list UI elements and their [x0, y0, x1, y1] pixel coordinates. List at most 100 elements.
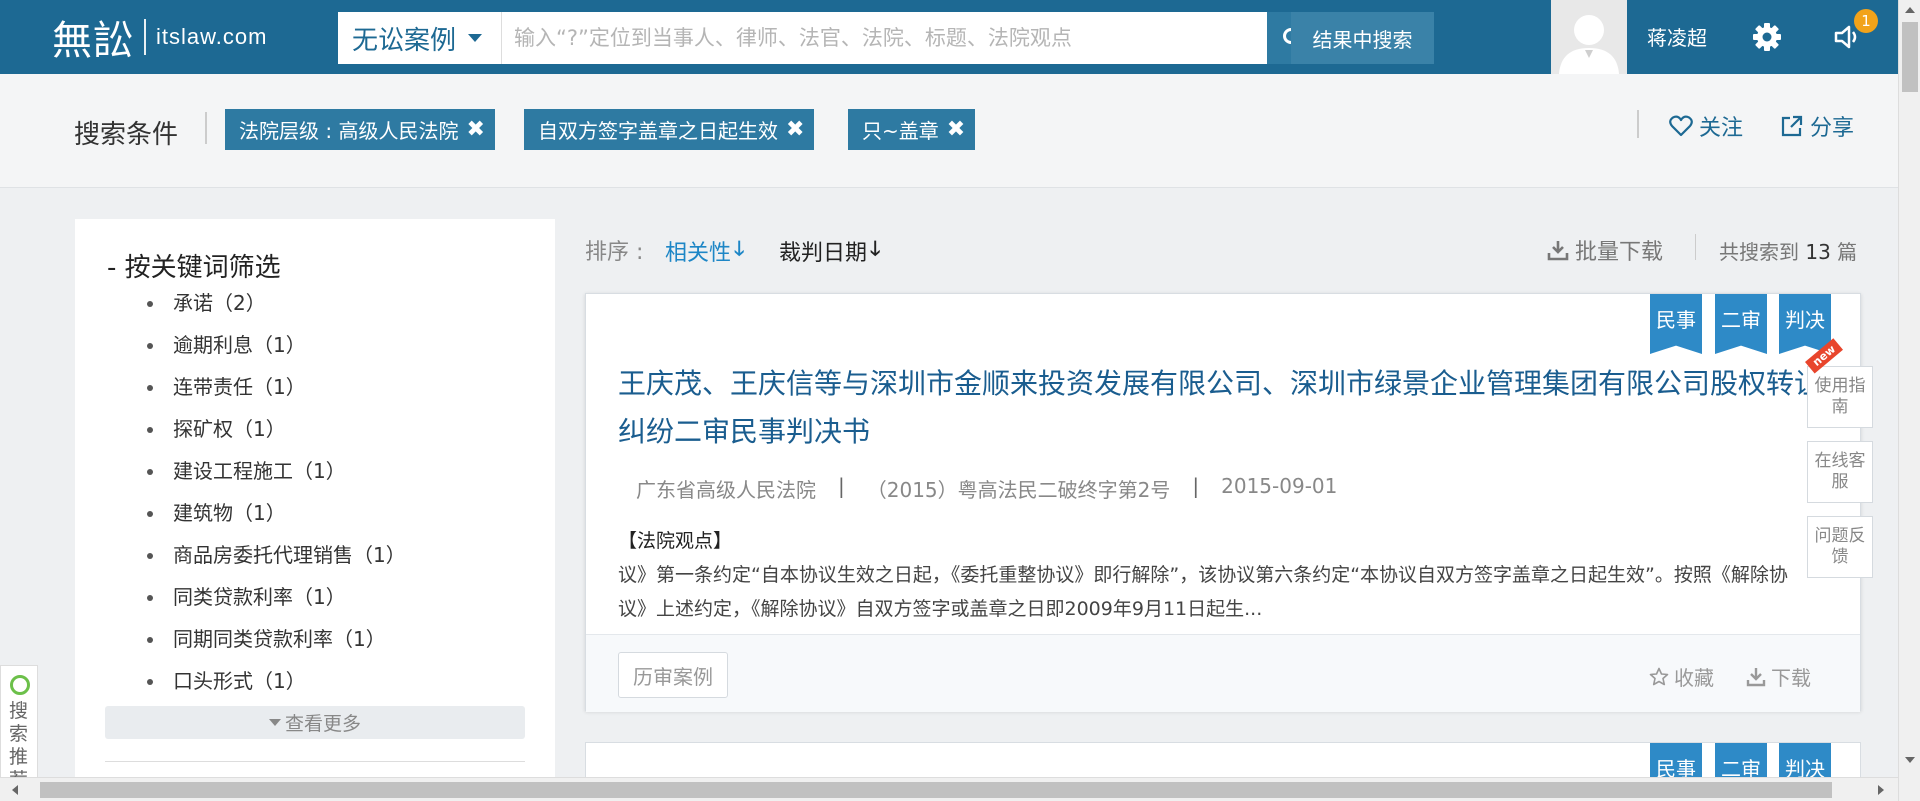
sort-relevance-label: 相关性 — [665, 241, 732, 266]
keyword-item[interactable]: 连带责任（1） — [147, 367, 406, 409]
show-more-label: 查看更多 — [284, 713, 361, 735]
favorite-button[interactable]: 收藏 — [1649, 662, 1714, 691]
caret-down-icon — [268, 719, 281, 726]
court-opinion-label: 【法院观点】 — [618, 530, 733, 552]
court-opinion-text: 议》第一条约定“自本协议生效之日起，《委托重整协议》即行解除”，该协议第六条约定… — [618, 564, 1788, 620]
heart-icon — [1669, 115, 1693, 137]
settings-button[interactable] — [1752, 22, 1782, 56]
vertical-scroll-thumb[interactable] — [1902, 22, 1918, 92]
close-icon[interactable]: ✖ — [947, 117, 965, 142]
user-guide-button[interactable]: 使用指南 — [1807, 366, 1873, 428]
favorite-label: 收藏 — [1674, 666, 1714, 690]
search-type-dropdown[interactable]: 无讼案例 — [338, 12, 502, 64]
search-conditions-title: 搜索条件 — [74, 120, 179, 150]
history-cases-button[interactable]: 历审案例 — [618, 652, 728, 698]
filter-tag-effective[interactable]: 自双方签字盖章之日起生效 ✖ — [524, 109, 815, 150]
keyword-item[interactable]: 建设工程施工（1） — [147, 451, 406, 493]
close-icon[interactable]: ✖ — [786, 117, 804, 142]
tag-second-instance: 二审 — [1715, 294, 1767, 354]
sort-bar: 排序 : 相关性 🡓 裁判日期 🡓 批量下载 共搜索到 13 篇 — [585, 222, 1861, 282]
keyword-item[interactable]: 同类贷款利率（1） — [147, 577, 406, 619]
follow-button[interactable]: 关注 — [1669, 110, 1743, 142]
keyword-item[interactable]: 商品房委托代理销售（1） — [147, 535, 406, 577]
online-service-button[interactable]: 在线客服 — [1807, 441, 1873, 503]
judgment-date: 2015-09-01 — [1221, 474, 1338, 498]
search-within-results-button[interactable]: 结果中搜索 — [1291, 12, 1434, 64]
scroll-up-arrow-icon[interactable] — [1905, 7, 1915, 13]
horizontal-scrollbar[interactable] — [0, 777, 1898, 801]
keyword-item[interactable]: 探矿权（1） — [147, 409, 406, 451]
star-icon — [1649, 667, 1669, 685]
download-button[interactable]: 下载 — [1746, 662, 1811, 691]
keyword-item[interactable]: 建筑物（1） — [147, 493, 406, 535]
filter-tag-court-level[interactable]: 法院层级 : 高级人民法院 ✖ — [225, 109, 495, 150]
close-icon[interactable]: ✖ — [466, 117, 484, 142]
batch-download-label: 批量下载 — [1575, 240, 1664, 265]
keyword-filter-panel: - 按关键词筛选 承诺（2） 逾期利息（1） 连带责任（1） 探矿权（1） 建设… — [75, 219, 555, 779]
batch-download-button[interactable]: 批量下载 — [1547, 234, 1663, 266]
search-type-label: 无讼案例 — [352, 25, 457, 56]
divider — [1695, 234, 1696, 260]
tag-civil: 民事 — [1650, 294, 1702, 354]
result-count: 共搜索到 13 篇 — [1719, 236, 1857, 265]
separator: | — [838, 474, 845, 498]
gear-icon — [1753, 23, 1781, 51]
share-button[interactable]: 分享 — [1780, 110, 1854, 142]
keyword-filter-title-text: 按关键词筛选 — [124, 253, 281, 283]
follow-label: 关注 — [1699, 116, 1744, 141]
sort-label: 排序 : — [585, 240, 644, 265]
logo-mark: 無訟 — [52, 18, 134, 64]
divider — [205, 112, 207, 144]
sort-date[interactable]: 裁判日期 🡓 — [779, 234, 880, 268]
court-name: 广东省高级人民法院 — [636, 478, 816, 502]
arrow-down-icon: 🡓 — [870, 236, 881, 260]
divider — [105, 761, 525, 762]
card-footer: 历审案例 收藏 下载 — [586, 634, 1860, 712]
top-header: 無訟 itslaw.com 无讼案例 结果中搜索 蒋凌超 — [0, 0, 1920, 74]
logo-divider — [144, 19, 146, 55]
notification-badge: 1 — [1854, 9, 1878, 33]
keyword-list: 承诺（2） 逾期利息（1） 连带责任（1） 探矿权（1） 建设工程施工（1） 建… — [147, 283, 406, 703]
arrow-down-icon: 🡓 — [734, 236, 745, 260]
chevron-down-icon — [468, 34, 483, 42]
download-label: 下载 — [1771, 666, 1811, 690]
logo-text: itslaw.com — [156, 24, 268, 49]
user-avatar-icon — [1551, 0, 1627, 74]
filter-tag-label: 只~盖章 — [862, 119, 939, 143]
keyword-item[interactable]: 口头形式（1） — [147, 661, 406, 703]
keyword-filter-title[interactable]: - 按关键词筛选 — [107, 247, 281, 284]
vertical-scrollbar[interactable] — [1898, 0, 1920, 801]
sort-relevance[interactable]: 相关性 🡓 — [665, 234, 744, 268]
download-icon — [1746, 667, 1766, 686]
case-meta: 广东省高级人民法院 | （2015）粤高法民二破终字第2号 | 2015-09-… — [636, 474, 1337, 503]
result-count-number: 13 — [1805, 240, 1831, 264]
feedback-button[interactable]: 问题反馈 — [1807, 516, 1873, 578]
sort-date-label: 裁判日期 — [779, 241, 868, 266]
share-icon — [1781, 115, 1803, 137]
filter-tag-seal[interactable]: 只~盖章 ✖ — [848, 109, 976, 150]
recommend-icon — [10, 675, 30, 695]
horizontal-scroll-thumb[interactable] — [40, 782, 1832, 798]
scroll-right-arrow-icon[interactable] — [1878, 785, 1884, 795]
filter-tag-label: 法院层级 : 高级人民法院 — [239, 119, 459, 143]
keyword-item[interactable]: 同期同类贷款利率（1） — [147, 619, 406, 661]
separator: | — [1192, 474, 1200, 498]
username[interactable]: 蒋凌超 — [1647, 22, 1707, 51]
result-count-prefix: 共搜索到 — [1719, 240, 1799, 264]
avatar[interactable] — [1551, 0, 1627, 74]
scroll-down-arrow-icon[interactable] — [1905, 757, 1915, 763]
logo[interactable]: 無訟 itslaw.com — [52, 14, 268, 64]
keyword-item[interactable]: 承诺（2） — [147, 283, 406, 325]
divider — [1637, 110, 1639, 138]
case-number: （2015）粤高法民二破终字第2号 — [866, 478, 1171, 502]
scroll-left-arrow-icon[interactable] — [12, 785, 18, 795]
filter-tag-label: 自双方签字盖章之日起生效 — [538, 119, 778, 143]
share-label: 分享 — [1810, 116, 1855, 141]
keyword-item[interactable]: 逾期利息（1） — [147, 325, 406, 367]
search-input[interactable] — [502, 12, 1267, 64]
result-count-suffix: 篇 — [1837, 240, 1858, 264]
show-more-button[interactable]: 查看更多 — [105, 706, 525, 739]
search-bar: 无讼案例 — [338, 12, 1319, 64]
case-title-link[interactable]: 王庆茂、王庆信等与深圳市金顺来投资发展有限公司、深圳市绿景企业管理集团有限公司股… — [618, 360, 1848, 456]
download-icon — [1547, 241, 1569, 261]
